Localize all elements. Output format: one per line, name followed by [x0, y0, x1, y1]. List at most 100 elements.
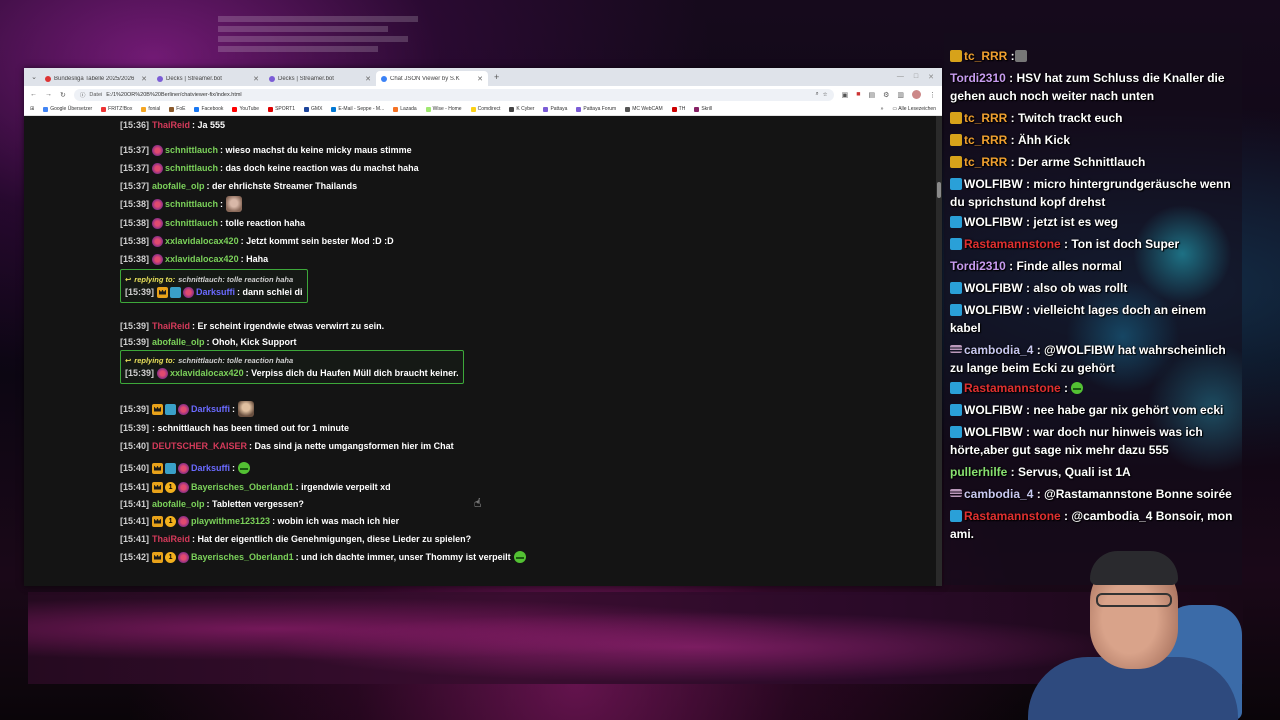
sub-badge-icon — [950, 304, 962, 316]
gold-badge-icon — [950, 50, 962, 62]
tab-4[interactable]: Chat JSON Viewer by S.K ✕ — [376, 71, 488, 86]
bookmarks-more[interactable]: » — [881, 106, 884, 112]
reload-icon[interactable]: ↻ — [60, 91, 66, 99]
bookmark-item[interactable]: Skrill — [694, 106, 712, 112]
bookmark-item[interactable]: Comdirect — [470, 106, 500, 112]
menu-icon[interactable]: ⋮ — [929, 91, 936, 99]
scrollbar-thumb[interactable] — [937, 182, 941, 198]
overlay-text: : Finde alles normal — [1005, 259, 1122, 273]
chat-message: [15:39] ThaiReid: Er scheint irgendwie et… — [120, 319, 384, 333]
maximize-icon[interactable]: □ — [914, 73, 918, 81]
bookmark-item[interactable]: fonial — [141, 106, 160, 112]
chat-message: [15:40] DEUTSCHER_KAISER: Das sind ja net… — [120, 439, 454, 453]
message-username[interactable]: abofalle_olp — [152, 337, 205, 347]
tab-search-icon[interactable]: ⌄ — [28, 73, 40, 81]
reply-body: [15:39] Darksuffi: dann schlei di — [125, 285, 303, 299]
tab-2[interactable]: Decks | Streamer.bot ✕ — [152, 71, 264, 86]
bookmark-item[interactable]: E-Mail - Seppe - M... — [331, 106, 384, 112]
message-username[interactable]: Darksuffi — [196, 287, 235, 297]
reply-reference: ↩ replying to: schnittlauch: tolle reactio… — [125, 273, 303, 285]
overlay-message: WOLFIBW : also ob was rollt — [950, 279, 1240, 297]
chat-message: [15:41] 1 playwithme123123: wobin ich was … — [120, 514, 399, 528]
extension-icon[interactable]: ▤ — [868, 91, 875, 99]
message-username[interactable]: schnittlauch — [165, 199, 218, 209]
overlay-message: pullerhilfe : Servus, Quali ist 1A — [950, 463, 1240, 481]
bookmark-item[interactable]: Google Übersetzer — [43, 106, 92, 112]
overlay-message: WOLFIBW : micro hintergrundgeräusche wen… — [950, 175, 1240, 211]
message-username[interactable]: DEUTSCHER_KAISER — [152, 441, 247, 451]
back-icon[interactable]: ← — [30, 91, 37, 98]
message-username[interactable]: xxlavidalocax420 — [165, 254, 239, 264]
reply-arrow-icon: ↩ — [125, 355, 132, 365]
message-timestamp: [15:38] — [120, 218, 150, 228]
message-username[interactable]: schnittlauch — [165, 163, 218, 173]
message-username[interactable]: ThaiReid — [152, 120, 190, 130]
overlay-text: : jetzt ist es weg — [1022, 215, 1119, 229]
message-username[interactable]: xxlavidalocax420 — [170, 368, 244, 378]
downloads-icon[interactable]: ▥ — [897, 91, 904, 99]
zoom-icon[interactable]: ⌕ — [816, 91, 819, 98]
tab-close-icon[interactable]: ✕ — [477, 75, 483, 83]
message-text: : wobin ich was mach ich hier — [272, 516, 400, 526]
message-username[interactable]: Bayerisches_Oberland1 — [191, 482, 294, 492]
address-bar[interactable]: ⓘ Datei E:/1%20OR%20B%20Berliner/chatvie… — [73, 88, 834, 101]
tab-close-icon[interactable]: ✕ — [141, 75, 147, 83]
extension-icon[interactable]: ▣ — [842, 91, 849, 99]
bookmark-item[interactable]: YouTube — [232, 106, 259, 112]
overlay-text: : Servus, Quali ist 1A — [1007, 465, 1131, 479]
decor-strip — [218, 16, 418, 22]
bookmark-star-icon[interactable]: ☆ — [823, 92, 828, 98]
green-emote-icon — [238, 462, 251, 474]
bookmark-item[interactable]: TH — [671, 106, 685, 112]
tab-1[interactable]: Bundesliga Tabelle 2025/2026 ✕ — [40, 71, 152, 86]
bookmark-item[interactable]: Wise - Home — [425, 106, 462, 112]
bookmark-item[interactable]: SPORT1 — [268, 106, 295, 112]
bookmark-label: E-Mail - Seppe - M... — [338, 106, 385, 112]
message-username[interactable]: schnittlauch — [165, 145, 218, 155]
profile-avatar[interactable] — [912, 90, 921, 99]
overlay-message: tc_RRR : — [950, 47, 1240, 65]
bookmark-item[interactable]: K Cyber — [509, 106, 534, 112]
message-username[interactable]: xxlavidalocax420 — [165, 236, 239, 246]
bookmark-item[interactable]: FoE — [169, 106, 185, 112]
nav-bar: ← → ↻ ⓘ Datei E:/1%20OR%20B%20Berliner/c… — [24, 86, 942, 103]
scrollbar[interactable] — [936, 116, 942, 586]
close-icon[interactable]: ✕ — [928, 73, 934, 81]
extension-icon[interactable]: ⚙ — [883, 91, 889, 99]
bookmark-item[interactable]: Facebook — [194, 106, 223, 112]
crown-badge-icon — [152, 403, 164, 415]
message-username[interactable]: Darksuffi — [191, 404, 230, 414]
bookmark-favicon-icon — [304, 106, 310, 112]
forward-icon[interactable]: → — [45, 91, 52, 98]
message-username[interactable]: Darksuffi — [191, 463, 230, 473]
tab-3[interactable]: Decks | Streamer.bot ✕ — [264, 71, 376, 86]
message-username[interactable]: playwithme123123 — [191, 516, 270, 526]
extension-icon[interactable]: ■ — [856, 91, 860, 99]
message-username[interactable]: schnittlauch — [165, 218, 218, 228]
new-tab-button[interactable]: + — [488, 72, 505, 82]
all-bookmarks[interactable]: ▭ Alle Lesezeichen — [892, 106, 936, 112]
bookmark-label: FoE — [176, 106, 186, 112]
minimize-icon[interactable]: — — [897, 73, 904, 81]
message-username[interactable]: ThaiReid — [152, 321, 190, 331]
tab-close-icon[interactable]: ✕ — [365, 75, 371, 83]
bookmark-item[interactable]: Lazada — [393, 106, 417, 112]
message-username[interactable]: ThaiReid — [152, 534, 190, 544]
bookmark-item[interactable]: FRITZ!Box — [101, 106, 132, 112]
bookmark-item[interactable]: Pattaya Forum — [576, 106, 616, 112]
bookmark-label: Pattaya Forum — [583, 106, 617, 112]
bookmarks-bar: ⊞ Google Übersetzer FRITZ!Box fonial FoE Fac… — [24, 103, 942, 116]
message-username[interactable]: abofalle_olp — [152, 181, 205, 191]
overlay-text: : Ähh Kick — [1007, 133, 1071, 147]
overlay-message: Tordi2310 : Finde alles normal — [950, 257, 1240, 275]
gold-badge-icon — [950, 112, 962, 124]
bookmark-item[interactable]: MC WebCAM — [625, 106, 663, 112]
bookmark-favicon-icon — [194, 106, 200, 112]
message-username[interactable]: abofalle_olp — [152, 499, 205, 509]
tab-close-icon[interactable]: ✕ — [253, 75, 259, 83]
tab-label: Bundesliga Tabelle 2025/2026 — [54, 75, 135, 82]
apps-icon[interactable]: ⊞ — [30, 106, 34, 112]
message-username[interactable]: Bayerisches_Oberland1 — [191, 552, 294, 562]
bookmark-item[interactable]: Pattaya — [543, 106, 567, 112]
bookmark-item[interactable]: GMX — [304, 106, 322, 112]
